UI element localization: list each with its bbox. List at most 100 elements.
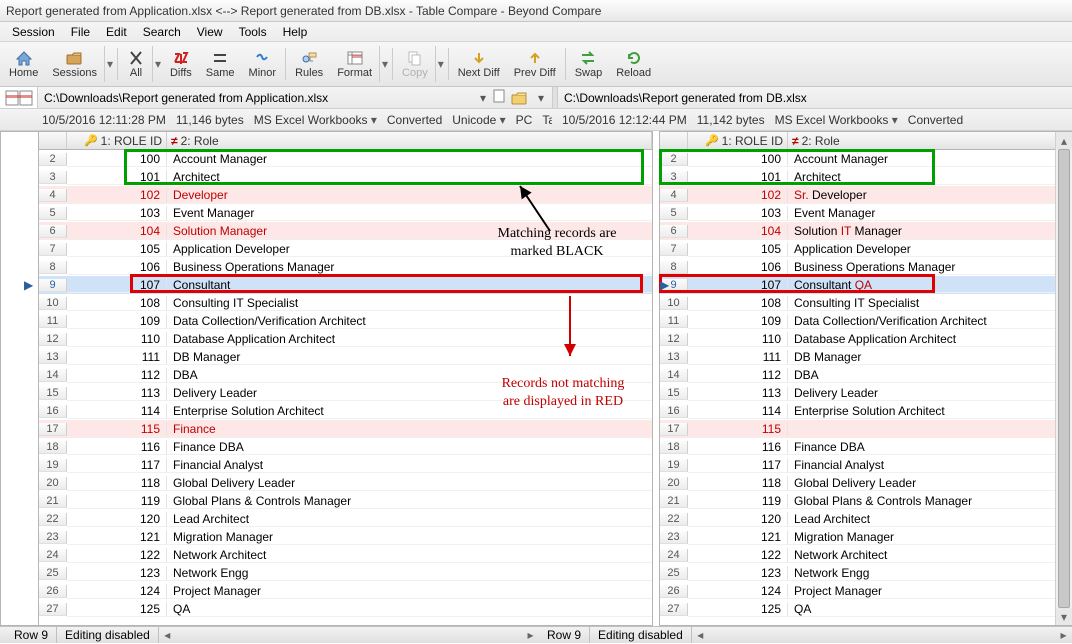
menu-file[interactable]: File	[63, 22, 98, 42]
cell-role[interactable]: Data Collection/Verification Architect	[788, 314, 1072, 329]
cell-role[interactable]: Network Architect	[788, 548, 1072, 563]
cell-role[interactable]: QA	[788, 602, 1072, 617]
cell-role[interactable]: Network Architect	[167, 548, 652, 563]
cell-roleid[interactable]: 110	[688, 332, 788, 347]
cell-role[interactable]: Application Developer	[788, 242, 1072, 257]
table-row[interactable]: 9 107 Consultant	[39, 276, 652, 294]
cell-role[interactable]: Data Collection/Verification Architect	[167, 314, 652, 329]
table-row[interactable]: 7 105 Application Developer	[660, 240, 1072, 258]
table-row[interactable]: 10 108 Consulting IT Specialist	[660, 294, 1072, 312]
cell-role[interactable]: DB Manager	[788, 350, 1072, 365]
cell-roleid[interactable]: 113	[688, 386, 788, 401]
table-row[interactable]: 27 125 QA	[660, 600, 1072, 618]
nextdiff-button[interactable]: Next Diff	[451, 44, 507, 84]
cell-role[interactable]: Solution IT Manager	[788, 224, 1072, 239]
table-row[interactable]: 23 121 Migration Manager	[660, 528, 1072, 546]
cell-roleid[interactable]: 106	[67, 260, 167, 275]
table-row[interactable]: 20 118 Global Delivery Leader	[39, 474, 652, 492]
cell-roleid[interactable]: 100	[67, 152, 167, 167]
table-row[interactable]: 26 124 Project Manager	[660, 582, 1072, 600]
cell-roleid[interactable]: 111	[67, 350, 167, 365]
table-row[interactable]: 14 112 DBA	[660, 366, 1072, 384]
left-rowindex-header[interactable]	[39, 132, 67, 149]
cell-roleid[interactable]: 117	[688, 458, 788, 473]
table-row[interactable]: 13 111 DB Manager	[39, 348, 652, 366]
table-row[interactable]: 5 103 Event Manager	[660, 204, 1072, 222]
same-button[interactable]: Same	[199, 44, 242, 84]
left-encoding[interactable]: Unicode ▾	[452, 113, 505, 127]
cell-roleid[interactable]: 123	[67, 566, 167, 581]
cell-role[interactable]: Developer	[167, 188, 652, 203]
cell-roleid[interactable]: 120	[688, 512, 788, 527]
scroll-down-arrow[interactable]: ▾	[1056, 608, 1072, 625]
cell-roleid[interactable]: 107	[67, 278, 167, 293]
minor-button[interactable]: Minor	[242, 44, 284, 84]
table-row[interactable]: 22 120 Lead Architect	[39, 510, 652, 528]
cell-roleid[interactable]: 122	[67, 548, 167, 563]
overview-spine[interactable]	[0, 131, 38, 626]
cell-role[interactable]: Migration Manager	[788, 530, 1072, 545]
copy-dropdown[interactable]: ▾	[435, 46, 446, 82]
cell-role[interactable]: Consulting IT Specialist	[788, 296, 1072, 311]
copy-button[interactable]: Copy	[395, 44, 435, 84]
cell-roleid[interactable]: 103	[67, 206, 167, 221]
sessions-dropdown[interactable]: ▾	[104, 46, 115, 82]
table-row[interactable]: 19 117 Financial Analyst	[39, 456, 652, 474]
right-file-path-input[interactable]	[562, 90, 1068, 106]
table-row[interactable]: 19 117 Financial Analyst	[660, 456, 1072, 474]
swap-button[interactable]: Swap	[568, 44, 610, 84]
table-row[interactable]: 12 110 Database Application Architect	[39, 330, 652, 348]
cell-role[interactable]: Database Application Architect	[788, 332, 1072, 347]
left-format[interactable]: MS Excel Workbooks ▾	[254, 113, 377, 127]
cell-role[interactable]: Global Delivery Leader	[788, 476, 1072, 491]
cell-role[interactable]: Business Operations Manager	[788, 260, 1072, 275]
cell-roleid[interactable]: 102	[688, 188, 788, 203]
cell-role[interactable]: Finance DBA	[167, 440, 652, 455]
cell-role[interactable]: Event Manager	[167, 206, 652, 221]
table-row[interactable]: 6 104 Solution Manager	[39, 222, 652, 240]
table-row[interactable]: 2 100 Account Manager	[39, 150, 652, 168]
cell-roleid[interactable]: 119	[688, 494, 788, 509]
cell-role[interactable]: Account Manager	[788, 152, 1072, 167]
table-row[interactable]: 16 114 Enterprise Solution Architect	[39, 402, 652, 420]
cell-roleid[interactable]: 109	[67, 314, 167, 329]
right-format[interactable]: MS Excel Workbooks ▾	[775, 113, 898, 127]
cell-role[interactable]: Application Developer	[167, 242, 652, 257]
reload-button[interactable]: Reload	[609, 44, 658, 84]
right-col1-header[interactable]: 🔑1: ROLE ID	[688, 132, 788, 149]
cell-roleid[interactable]: 104	[67, 224, 167, 239]
all-dropdown[interactable]: ▾	[152, 46, 163, 82]
cell-role[interactable]: Solution Manager	[167, 224, 652, 239]
cell-role[interactable]: Enterprise Solution Architect	[167, 404, 652, 419]
cell-roleid[interactable]: 101	[688, 170, 788, 185]
cell-roleid[interactable]: 108	[67, 296, 167, 311]
cell-roleid[interactable]: 112	[688, 368, 788, 383]
cell-role[interactable]: Lead Architect	[788, 512, 1072, 527]
left-col1-header[interactable]: 🔑1: ROLE ID	[67, 132, 167, 149]
home-button[interactable]: Home	[2, 44, 45, 84]
cell-role[interactable]: Database Application Architect	[167, 332, 652, 347]
left-browse-button[interactable]	[508, 89, 534, 107]
table-row[interactable]: 8 106 Business Operations Manager	[660, 258, 1072, 276]
table-row[interactable]: 25 123 Network Engg	[39, 564, 652, 582]
sessions-button[interactable]: Sessions	[45, 44, 104, 84]
prevdiff-button[interactable]: Prev Diff	[507, 44, 563, 84]
cell-role[interactable]: DB Manager	[167, 350, 652, 365]
scroll-up-arrow[interactable]: ▴	[1056, 132, 1072, 149]
left-path-dropdown[interactable]: ▾	[476, 91, 490, 105]
cell-role[interactable]: Architect	[167, 170, 652, 185]
cell-role[interactable]: Sr. Developer	[788, 188, 1072, 203]
menu-search[interactable]: Search	[135, 22, 189, 42]
table-row[interactable]: 4 102 Developer	[39, 186, 652, 204]
cell-roleid[interactable]: 121	[67, 530, 167, 545]
cell-role[interactable]: Financial Analyst	[788, 458, 1072, 473]
cell-roleid[interactable]: 107	[688, 278, 788, 293]
table-row[interactable]: 21 119 Global Plans & Controls Manager	[39, 492, 652, 510]
cell-roleid[interactable]: 101	[67, 170, 167, 185]
format-button[interactable]: Format	[330, 44, 379, 84]
all-button[interactable]: All	[120, 44, 152, 84]
cell-roleid[interactable]: 115	[688, 422, 788, 437]
table-row[interactable]: 11 109 Data Collection/Verification Arch…	[660, 312, 1072, 330]
cell-roleid[interactable]: 125	[67, 602, 167, 617]
cell-roleid[interactable]: 105	[688, 242, 788, 257]
